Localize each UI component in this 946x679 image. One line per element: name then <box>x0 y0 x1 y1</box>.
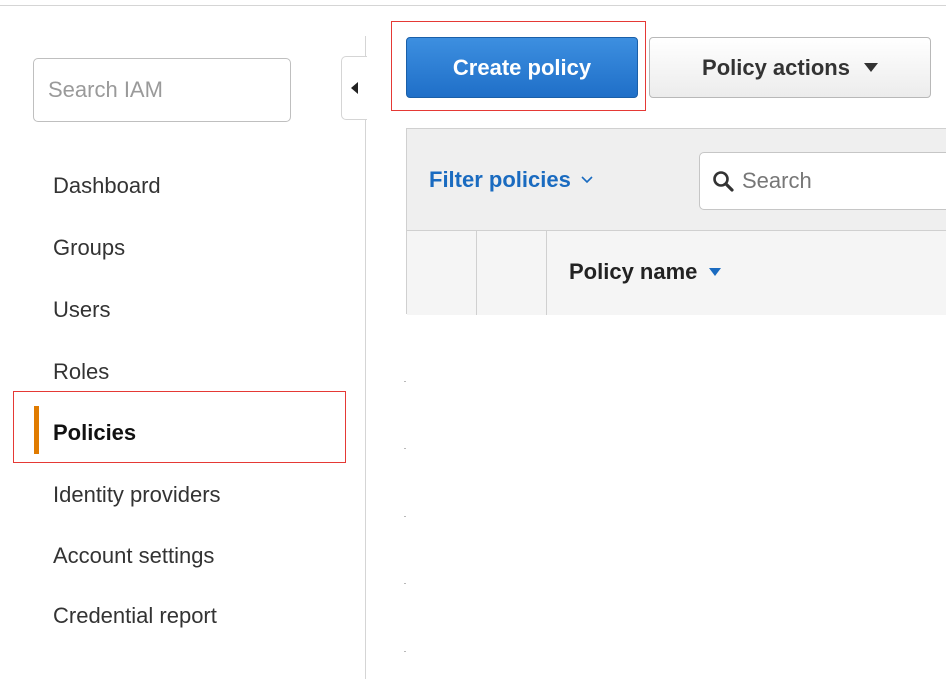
search-icon <box>713 171 734 192</box>
sidebar-item-groups[interactable]: Groups <box>53 235 125 261</box>
filter-policies-dropdown[interactable]: Filter policies <box>429 167 593 193</box>
placeholder-dot <box>404 516 406 517</box>
filter-policies-label: Filter policies <box>429 167 571 192</box>
caret-down-icon <box>863 63 878 72</box>
policy-actions-label: Policy actions <box>702 54 850 80</box>
chevron-down-icon <box>581 176 593 184</box>
table-search-input[interactable] <box>742 168 922 194</box>
placeholder-dot <box>404 651 406 652</box>
policies-table: Filter policies Policy name <box>406 128 946 315</box>
column-separator <box>476 231 477 315</box>
sidebar-divider <box>365 36 366 679</box>
column-separator <box>546 231 547 315</box>
column-header-policy-name[interactable]: Policy name <box>569 259 722 285</box>
sidebar-item-users[interactable]: Users <box>53 297 110 323</box>
create-policy-label: Create policy <box>452 54 592 80</box>
collapse-sidebar-button[interactable] <box>341 56 367 120</box>
placeholder-dot <box>404 583 406 584</box>
sidebar-item-account-settings[interactable]: Account settings <box>53 543 214 569</box>
create-policy-button[interactable]: Create policy <box>406 37 638 98</box>
sidebar-item-dashboard[interactable]: Dashboard <box>53 173 161 199</box>
filter-bar: Filter policies <box>407 129 946 231</box>
table-search-box[interactable] <box>699 152 946 210</box>
placeholder-dot <box>404 448 406 449</box>
sort-caret-icon <box>709 268 722 276</box>
policy-name-header-label: Policy name <box>569 259 698 284</box>
sidebar: Dashboard Groups Users Roles Policies Id… <box>0 0 366 679</box>
policies-highlight-box <box>13 391 346 463</box>
search-iam-input[interactable] <box>33 58 291 122</box>
sidebar-item-roles[interactable]: Roles <box>53 359 109 385</box>
table-header-row: Policy name <box>407 231 946 315</box>
policy-actions-button[interactable]: Policy actions <box>649 37 931 98</box>
placeholder-dot <box>404 381 406 382</box>
sidebar-item-credential-report[interactable]: Credential report <box>53 603 217 629</box>
caret-left-icon <box>350 82 358 94</box>
sidebar-item-identity-providers[interactable]: Identity providers <box>53 482 221 508</box>
